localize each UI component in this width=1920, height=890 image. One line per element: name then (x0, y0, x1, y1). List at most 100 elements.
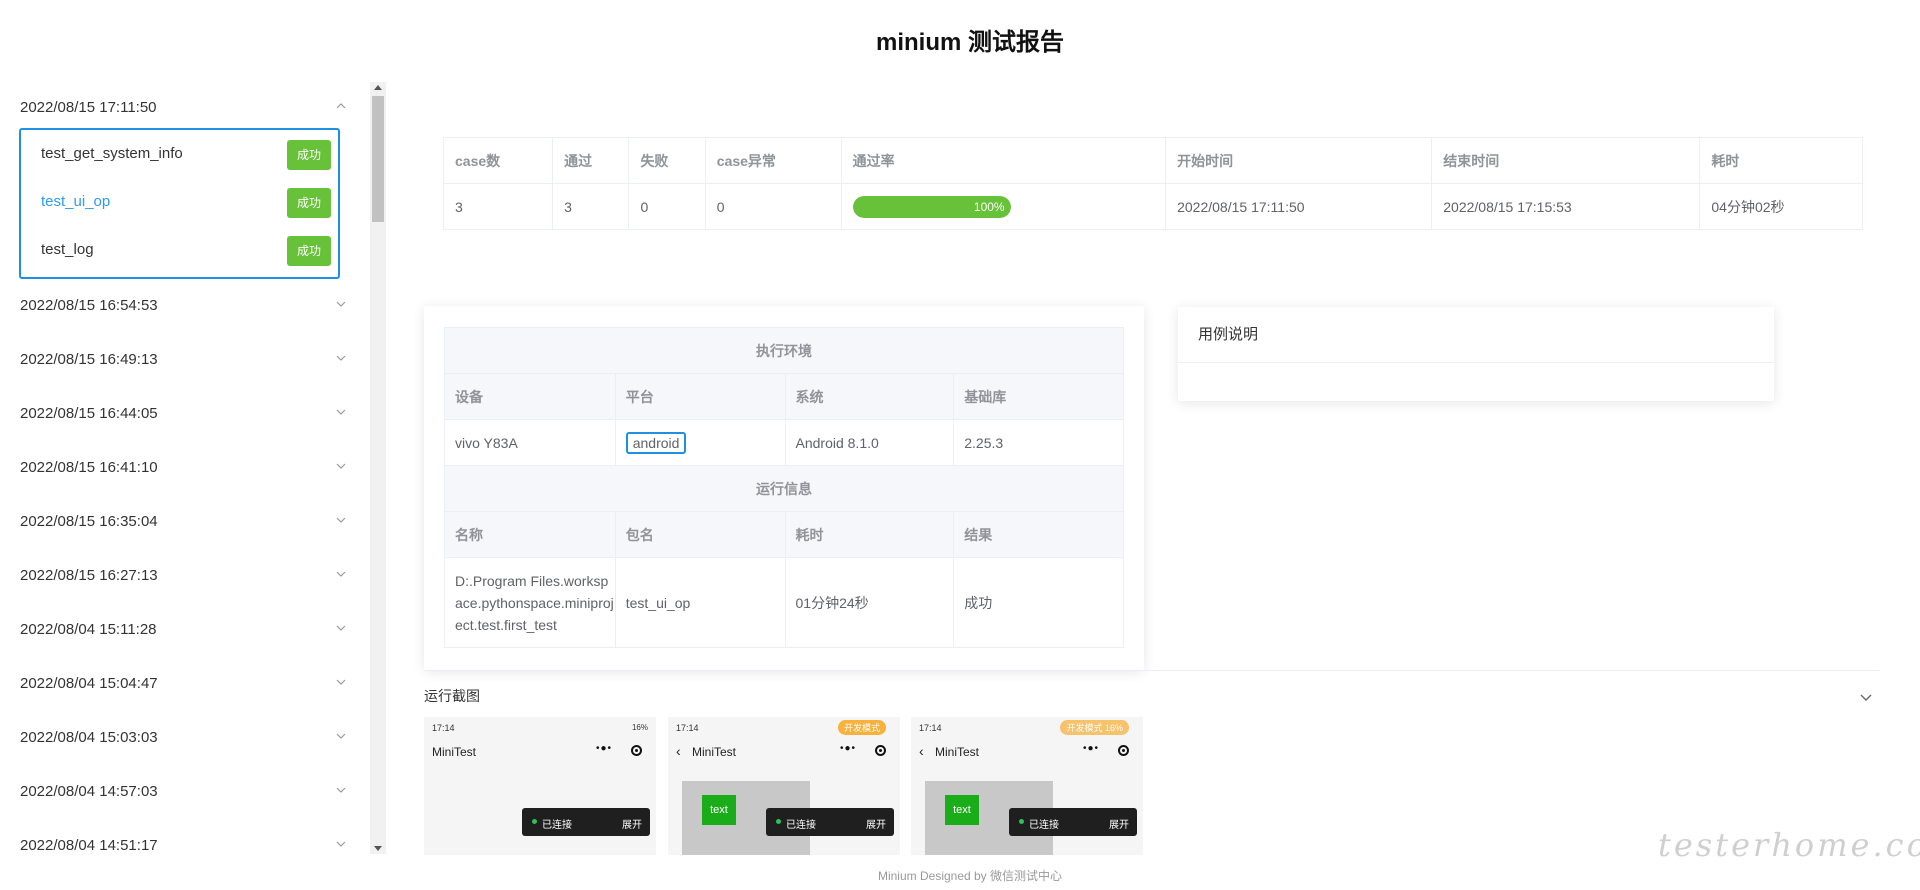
chevron-down-icon (334, 562, 350, 590)
dev-mode-text: 开发模式 (1066, 723, 1103, 733)
column-header: 失败 (628, 137, 706, 184)
more-icon: •●• (1083, 743, 1100, 754)
sidebar-group-header[interactable]: 2022/08/15 16:41:10 (20, 454, 350, 482)
sidebar-group-header[interactable]: 2022/08/04 14:51:17 (20, 832, 350, 854)
scroll-up-icon[interactable] (374, 85, 382, 90)
column-header: 耗时 (784, 511, 955, 558)
case-item[interactable]: test_get_system_info 成功 (41, 130, 331, 178)
group-date: 2022/08/15 16:41:10 (20, 459, 158, 476)
group-date: 2022/08/04 14:51:17 (20, 837, 158, 854)
group-date: 2022/08/04 15:11:28 (20, 621, 157, 638)
text-button: text (702, 795, 736, 825)
page-title: minium 测试报告 (875, 29, 1064, 56)
case-item[interactable]: test_ui_op 成功 (41, 178, 331, 226)
sidebar: 2022/08/15 17:11:50 test_get_system_info… (0, 82, 368, 854)
chevron-down-icon (334, 454, 350, 482)
chevron-down-icon (334, 400, 350, 428)
group-date: 2022/08/15 16:54:53 (20, 297, 158, 314)
text-button: text (945, 795, 979, 825)
group-date: 2022/08/04 14:57:03 (20, 783, 158, 800)
chevron-down-icon (334, 778, 350, 806)
expand-label: 展开 (1109, 820, 1129, 831)
more-icon: •●• (840, 743, 857, 754)
table-row: D:.Program Files.workspace.pythonspace.m… (444, 557, 1124, 648)
status-dot-icon (1019, 819, 1024, 824)
mini-program-title: MiniTest (935, 745, 980, 759)
case-path-value: D:.Program Files.workspace.pythonspace.m… (444, 557, 616, 648)
progress-label: 100% (973, 199, 1005, 214)
failed-count: 0 (628, 183, 706, 230)
case-item[interactable]: test_log 成功 (41, 226, 331, 274)
battery-level: 16% (631, 723, 648, 732)
run-duration-value: 01分钟24秒 (784, 557, 955, 648)
start-time: 2022/08/15 17:11:50 (1165, 183, 1433, 230)
summary-table: case数 通过 失败 case异常 通过率 开始时间 结束时间 耗时 3 3 … (442, 137, 1863, 230)
sidebar-group-header[interactable]: 2022/08/15 16:27:13 (20, 562, 350, 590)
passed-count: 3 (552, 183, 630, 230)
mini-program-title: MiniTest (432, 745, 477, 759)
battery-level: 16% (1104, 723, 1123, 733)
screenshot-thumbnail[interactable]: 17:14 开发模式 16% ‹ MiniTest •●• text 已连接 展开 (911, 717, 1143, 855)
sidebar-group-header[interactable]: 2022/08/15 17:11:50 (20, 94, 350, 122)
sidebar-group-header[interactable]: 2022/08/15 16:35:04 (20, 508, 350, 536)
chevron-down-icon (334, 616, 350, 644)
chevron-down-icon (334, 724, 350, 752)
status-badge: 成功 (287, 236, 331, 266)
sidebar-scrollbar[interactable] (370, 82, 386, 854)
chevron-down-icon (334, 832, 350, 854)
more-icon: •●• (596, 743, 613, 754)
screenshot-thumbnail[interactable]: 17:14 开发模式 ‹ MiniTest •●• text 已连接 展开 (668, 717, 900, 855)
close-ring-icon (631, 745, 642, 756)
package-value: test_ui_op (614, 557, 786, 648)
status-badge: 成功 (287, 188, 331, 218)
table-row: 3 3 0 0 100% 2022/08/15 17:11:50 2022/08… (442, 183, 1863, 230)
dev-mode-tag: 开发模式 16% (1060, 720, 1129, 735)
screenshot-thumbnail[interactable]: 17:14 16% MiniTest •●• 已连接 展开 (424, 717, 656, 855)
table-header-row: case数 通过 失败 case异常 通过率 开始时间 结束时间 耗时 (442, 137, 1863, 184)
capsule-menu: •●• (590, 742, 646, 760)
result-value: 成功 (953, 557, 1124, 648)
column-header: 耗时 (1699, 137, 1863, 184)
sidebar-group-header[interactable]: 2022/08/04 15:04:47 (20, 670, 350, 698)
back-icon: ‹ (919, 743, 924, 759)
expand-label: 展开 (866, 820, 886, 831)
sidebar-group-header[interactable]: 2022/08/15 16:44:05 (20, 400, 350, 428)
group-date: 2022/08/15 17:11:50 (20, 99, 157, 116)
sidebar-group-header[interactable]: 2022/08/04 15:11:28 (20, 616, 350, 644)
chevron-down-icon[interactable] (1860, 688, 1872, 706)
column-header: case异常 (704, 137, 842, 184)
group-date: 2022/08/04 15:04:47 (20, 675, 158, 692)
close-ring-icon (875, 745, 886, 756)
footer: Minium Designed by 微信测试中心 (877, 869, 1063, 883)
column-header: 通过率 (840, 137, 1167, 184)
connection-bar: 已连接 展开 (522, 808, 650, 836)
group-date: 2022/08/15 16:27:13 (20, 567, 158, 584)
sidebar-group-header[interactable]: 2022/08/04 15:03:03 (20, 724, 350, 752)
env-table: 执行环境 设备 平台 系统 基础库 vivo Y83A android Andr… (444, 327, 1124, 648)
scroll-down-icon[interactable] (374, 846, 382, 851)
sidebar-group-header[interactable]: 2022/08/04 14:57:03 (20, 778, 350, 806)
column-header: 开始时间 (1165, 137, 1433, 184)
column-header: 基础库 (953, 373, 1124, 420)
mini-program-title: MiniTest (692, 745, 737, 759)
column-header: 设备 (444, 373, 616, 420)
connection-status: 已连接 (1029, 820, 1059, 831)
divider (424, 670, 1880, 671)
case-name: test_get_system_info (41, 145, 183, 162)
back-icon: ‹ (676, 743, 681, 759)
scroll-thumb[interactable] (372, 96, 384, 222)
group-date: 2022/08/15 16:49:13 (20, 351, 158, 368)
column-header: case数 (442, 137, 554, 184)
platform-value: android (625, 431, 687, 454)
column-header: 结束时间 (1431, 137, 1701, 184)
status-dot-icon (532, 819, 537, 824)
pass-rate-cell: 100% (840, 183, 1167, 230)
case-desc-title: 用例说明 (1178, 307, 1774, 363)
sidebar-group-header[interactable]: 2022/08/15 16:49:13 (20, 346, 350, 374)
platform-cell: android (614, 419, 786, 466)
error-count: 0 (704, 183, 842, 230)
connection-bar: 已连接 展开 (766, 808, 894, 836)
env-card: 执行环境 设备 平台 系统 基础库 vivo Y83A android Andr… (424, 306, 1144, 670)
close-ring-icon (1118, 745, 1129, 756)
sidebar-group-header[interactable]: 2022/08/15 16:54:53 (20, 292, 350, 320)
